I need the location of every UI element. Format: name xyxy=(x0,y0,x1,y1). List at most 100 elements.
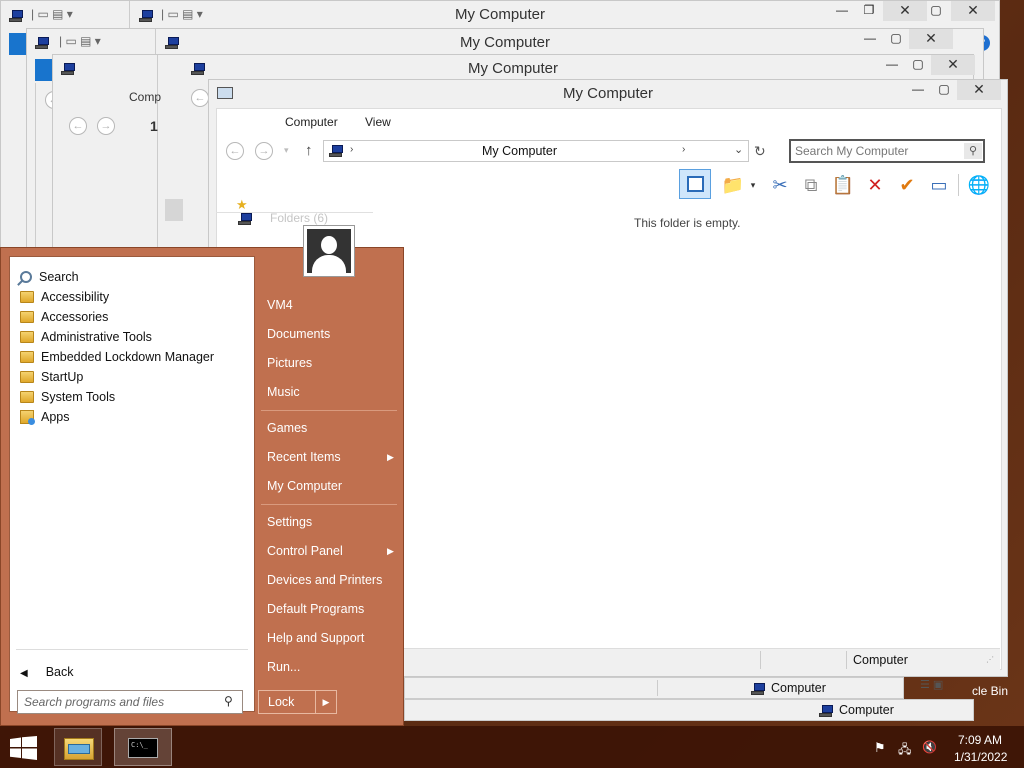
start-menu: Search Accessibility Accessories Adminis… xyxy=(0,225,404,726)
computer-icon xyxy=(819,704,835,717)
up-arrow-icon[interactable]: ↑ xyxy=(305,142,313,159)
start-item-my-computer[interactable]: My Computer xyxy=(267,477,342,495)
back-button[interactable]: ← xyxy=(69,117,87,135)
program-search[interactable]: Search xyxy=(20,267,79,287)
separator xyxy=(958,174,959,196)
forward-button[interactable]: → xyxy=(97,117,115,135)
back-button[interactable]: ← xyxy=(226,142,244,160)
program-embedded-lockdown-manager[interactable]: Embedded Lockdown Manager xyxy=(20,347,214,367)
forward-button[interactable]: → xyxy=(255,142,273,160)
separator xyxy=(216,212,373,213)
quick-access-toolbar: | ▭ ▤ ▾ xyxy=(59,34,101,48)
desktop-recycle-bin-label[interactable]: cle Bin xyxy=(972,684,1008,698)
start-item-control-panel[interactable]: Control Panel xyxy=(267,542,343,560)
close-button[interactable]: ✕ xyxy=(951,1,995,21)
start-item-vm4[interactable]: VM4 xyxy=(267,296,293,314)
file-explorer-taskbar-icon[interactable] xyxy=(54,728,102,766)
network-globe-icon[interactable]: 🌐 xyxy=(966,172,992,198)
maximize-button[interactable]: ❐ xyxy=(856,1,882,21)
copy-icon[interactable]: ⧉ xyxy=(798,172,824,198)
search-box[interactable]: Search My Computer ⚲ xyxy=(789,139,985,163)
command-prompt-taskbar-icon[interactable]: C:\_ xyxy=(114,728,172,766)
separator xyxy=(16,649,248,650)
start-item-settings[interactable]: Settings xyxy=(267,513,312,531)
start-item-run[interactable]: Run... xyxy=(267,658,300,676)
status-location: Computer xyxy=(853,653,908,667)
cut-icon[interactable]: ✂ xyxy=(767,172,793,198)
search-icon[interactable]: ⚲ xyxy=(224,694,233,708)
lock-button[interactable]: Lock xyxy=(258,690,316,714)
network-icon[interactable]: 🖧 xyxy=(898,740,911,761)
properties-check-icon[interactable]: ✔ xyxy=(894,172,920,198)
start-item-pictures[interactable]: Pictures xyxy=(267,354,312,372)
view-details-icon[interactable]: ☰ ▣ xyxy=(920,678,943,691)
triangle-left-icon: ◀ xyxy=(20,668,28,679)
folder-options-icon[interactable]: 📁 xyxy=(720,172,746,198)
computer-icon xyxy=(61,62,77,75)
resize-grip-icon[interactable]: ⋰ xyxy=(986,655,994,664)
start-item-help-and-support[interactable]: Help and Support xyxy=(267,629,364,647)
clock-time[interactable]: 7:09 AM xyxy=(958,733,1002,747)
start-item-games[interactable]: Games xyxy=(267,419,307,437)
start-item-documents[interactable]: Documents xyxy=(267,325,330,343)
maximize-button[interactable]: ▢ xyxy=(883,29,909,49)
layout-pane-icon[interactable] xyxy=(679,169,711,199)
minimize-button[interactable]: — xyxy=(829,1,855,21)
program-administrative-tools[interactable]: Administrative Tools xyxy=(20,327,152,347)
lock-options-arrow-button[interactable]: ▶ xyxy=(315,690,337,714)
maximize-button[interactable]: ▢ xyxy=(905,55,931,75)
start-item-default-programs[interactable]: Default Programs xyxy=(267,600,364,618)
refresh-icon[interactable]: ↻ xyxy=(754,143,766,160)
group-header-folders[interactable]: Folders (6) xyxy=(270,211,328,225)
chevron-right-icon[interactable]: › xyxy=(350,144,353,155)
search-input[interactable]: Search My Computer xyxy=(795,144,908,158)
program-accessibility[interactable]: Accessibility xyxy=(20,287,109,307)
ribbon-file-tab[interactable] xyxy=(9,33,27,55)
quick-access-toolbar: | ▭ ▤ ▾ xyxy=(161,7,203,21)
volume-muted-icon[interactable]: 🔇 xyxy=(922,740,937,754)
close-button[interactable]: ✕ xyxy=(931,55,975,75)
status-location: Computer xyxy=(771,681,826,695)
action-center-flag-icon[interactable]: ⚑ xyxy=(874,740,886,756)
program-apps[interactable]: Apps xyxy=(20,407,70,427)
program-startup[interactable]: StartUp xyxy=(20,367,83,387)
user-avatar[interactable] xyxy=(303,225,355,277)
search-programs-box[interactable]: Search programs and files ⚲ xyxy=(17,690,243,714)
back-button[interactable]: ◀ Back xyxy=(20,662,74,682)
chevron-right-icon[interactable]: › xyxy=(682,144,685,155)
start-item-recent-items[interactable]: Recent Items xyxy=(267,448,341,466)
recent-locations-chevron-icon[interactable]: ▾ xyxy=(284,145,289,156)
minimize-button[interactable]: — xyxy=(857,29,883,49)
ribbon-file-tab[interactable] xyxy=(35,59,53,81)
minimize-button[interactable]: — xyxy=(905,80,931,100)
paste-icon[interactable]: 📋 xyxy=(830,172,856,198)
clock-date[interactable]: 1/31/2022 xyxy=(954,750,1007,764)
search-icon[interactable]: ⚲ xyxy=(964,143,982,159)
close-button[interactable]: ✕ xyxy=(883,1,927,21)
address-text: My Computer xyxy=(482,144,558,158)
address-bar[interactable]: › My Computer › ⌄ xyxy=(323,140,749,162)
separator xyxy=(657,680,658,696)
chevron-down-icon[interactable]: ▾ xyxy=(746,172,760,198)
delete-icon[interactable]: ✕ xyxy=(862,172,888,198)
close-button[interactable]: ✕ xyxy=(957,80,1001,100)
menu-computer[interactable]: Computer xyxy=(285,115,338,129)
submenu-arrow-icon: ▶ xyxy=(387,546,394,556)
start-item-music[interactable]: Music xyxy=(267,383,300,401)
chevron-down-icon[interactable]: ⌄ xyxy=(734,143,743,156)
start-item-devices-and-printers[interactable]: Devices and Printers xyxy=(267,571,382,589)
search-programs-input[interactable]: Search programs and files xyxy=(24,695,164,709)
program-accessories[interactable]: Accessories xyxy=(20,307,108,327)
program-system-tools[interactable]: System Tools xyxy=(20,387,115,407)
separator xyxy=(261,504,397,505)
close-button[interactable]: ✕ xyxy=(909,29,953,49)
minimize-button[interactable]: — xyxy=(879,55,905,75)
rename-icon[interactable]: ▭ xyxy=(926,172,952,198)
maximize-button[interactable]: ▢ xyxy=(923,1,949,21)
windows-start-icon[interactable] xyxy=(10,736,38,760)
folder-icon xyxy=(20,371,34,383)
maximize-button[interactable]: ▢ xyxy=(931,80,957,100)
back-button[interactable]: ← xyxy=(191,89,209,107)
menu-view[interactable]: View xyxy=(365,115,391,129)
taskbar: C:\_ ⚑ 🖧 🔇 7:09 AM 1/31/2022 xyxy=(0,726,1024,768)
